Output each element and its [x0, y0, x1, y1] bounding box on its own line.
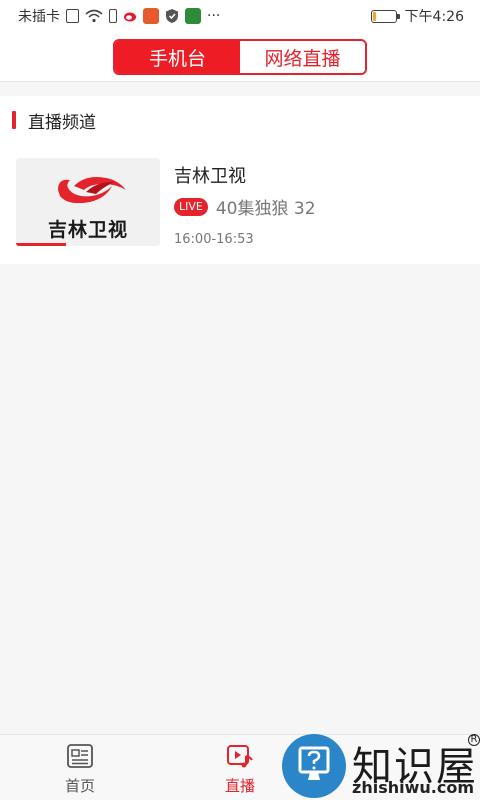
program-title: 40集独狼 32: [215, 199, 316, 219]
more-notifications-icon: ···: [207, 8, 221, 24]
tab-home[interactable]: 首页: [40, 735, 120, 800]
status-left: 未插卡 ···: [18, 6, 220, 26]
section-accent-bar: [12, 111, 16, 129]
top-header: 手机台 网络直播: [0, 32, 480, 82]
tab-home-label: 首页: [64, 777, 95, 795]
registered-mark: R: [468, 734, 480, 746]
game-app-icon: [185, 8, 201, 24]
status-right: 下午4:26: [370, 6, 464, 26]
jilin-tv-logo-icon: [58, 177, 126, 204]
carrier-text: 未插卡: [18, 9, 60, 25]
battery-level: [372, 11, 376, 21]
playback-progress-bar: [16, 243, 67, 246]
shield-icon: [166, 9, 178, 23]
program-time: 16:00-16:53: [174, 232, 254, 247]
battery-icon: [370, 9, 400, 23]
app-notification-icon: [143, 8, 159, 24]
section-header: 直播频道: [12, 110, 96, 133]
weibo-icon: [124, 12, 136, 22]
tab-live-label: 直播: [224, 777, 255, 795]
segmented-control: 手机台 网络直播: [113, 39, 367, 75]
watermark-domain: zhishiwu.com: [352, 778, 474, 797]
sim-alert-icon: [66, 9, 79, 23]
channel-thumbnail: 吉林卫视: [16, 158, 160, 246]
live-badge: LIVE: [174, 197, 208, 216]
news-icon: [67, 744, 93, 768]
question-monitor-icon: [298, 746, 330, 780]
battery-alert-icon: [109, 9, 117, 23]
clock: 下午4:26: [404, 9, 464, 25]
channel-name: 吉林卫视: [174, 166, 246, 187]
now-playing-row: LIVE 40集独狼 32: [174, 194, 316, 219]
status-bar: 未插卡 ··· 下午4:26: [0, 0, 480, 32]
tab-mobile-station[interactable]: 手机台: [115, 41, 240, 73]
live-channels-section: 直播频道 吉林卫视 吉林卫视 LIVE 40集独狼 32 16:00-16:53: [0, 96, 480, 264]
channel-item[interactable]: 吉林卫视 吉林卫视 LIVE 40集独狼 32 16:00-16:53: [16, 158, 466, 250]
section-title: 直播频道: [28, 112, 96, 133]
tab-network-live[interactable]: 网络直播: [240, 41, 365, 73]
live-video-icon: [227, 745, 253, 768]
watermark: 知识屋 zhishiwu.com R: [282, 732, 480, 800]
wifi-icon: [85, 9, 103, 23]
tab-live[interactable]: 直播: [200, 735, 280, 800]
channel-logo-text: 吉林卫视: [47, 219, 128, 241]
